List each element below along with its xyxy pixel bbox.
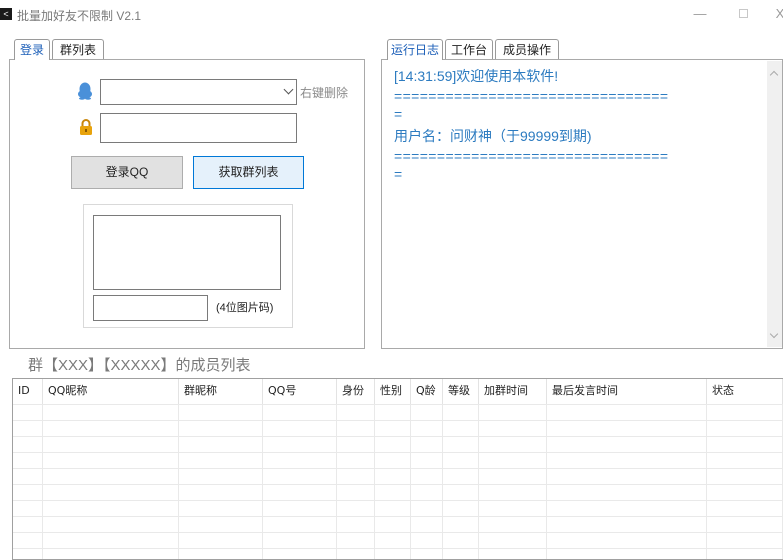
- table-row[interactable]: [13, 548, 783, 559]
- scroll-up-icon[interactable]: [769, 70, 779, 80]
- left-tab-strip: 登录 群列表: [14, 39, 114, 60]
- log-line-separator-end: =: [394, 166, 403, 182]
- table-row[interactable]: [13, 452, 783, 468]
- member-list-title: 群【XXX】【XXXXX】的成员列表: [28, 357, 251, 374]
- title-bar: < 批量加好友不限制 V2.1 — X: [0, 0, 783, 28]
- column-divider: [336, 404, 337, 559]
- member-table[interactable]: ID QQ昵称 群昵称 QQ号 身份 性别 Q龄 等级 加群时间 最后发言时间 …: [12, 378, 783, 560]
- column-header-last-speak-time[interactable]: 最后发言时间: [547, 379, 707, 404]
- captcha-hint: (4位图片码): [216, 302, 274, 314]
- column-divider: [42, 404, 43, 559]
- tab-workbench[interactable]: 工作台: [445, 39, 493, 59]
- tab-group-list[interactable]: 群列表: [52, 39, 104, 59]
- window-title: 批量加好友不限制 V2.1: [17, 9, 142, 23]
- column-divider: [262, 404, 263, 559]
- right-click-delete-hint: 右键删除: [300, 86, 349, 100]
- log-line-username: 用户名：问财神（于99999到期): [394, 128, 592, 144]
- maximize-button[interactable]: [733, 4, 753, 24]
- table-row[interactable]: [13, 532, 783, 548]
- column-header-qq-number[interactable]: QQ号: [263, 379, 337, 404]
- column-divider: [442, 404, 443, 559]
- table-header: ID QQ昵称 群昵称 QQ号 身份 性别 Q龄 等级 加群时间 最后发言时间 …: [13, 379, 783, 404]
- column-divider: [410, 404, 411, 559]
- table-row[interactable]: [13, 500, 783, 516]
- column-header-qq-nickname[interactable]: QQ昵称: [43, 379, 179, 404]
- table-row[interactable]: [13, 404, 783, 420]
- tab-run-log[interactable]: 运行日志: [387, 39, 443, 60]
- column-header-role[interactable]: 身份: [337, 379, 375, 404]
- login-panel: 右键删除 登录QQ 获取群列表 (4位图片码): [9, 59, 365, 349]
- right-tab-strip: 运行日志 工作台 成员操作: [387, 39, 587, 60]
- lock-icon: [80, 119, 92, 135]
- log-line-separator-end: =: [394, 106, 403, 122]
- minimize-button[interactable]: —: [690, 4, 710, 24]
- column-header-gender[interactable]: 性别: [375, 379, 411, 404]
- column-header-group-nickname[interactable]: 群昵称: [179, 379, 263, 404]
- column-divider: [546, 404, 547, 559]
- table-row[interactable]: [13, 484, 783, 500]
- log-scrollbar[interactable]: [767, 61, 782, 347]
- account-combo[interactable]: [100, 79, 297, 105]
- column-header-qq-age[interactable]: Q龄: [411, 379, 443, 404]
- scroll-down-icon[interactable]: [769, 329, 779, 339]
- close-button[interactable]: X: [770, 4, 783, 24]
- qq-penguin-icon: [78, 82, 92, 100]
- column-divider: [374, 404, 375, 559]
- tab-member-ops[interactable]: 成员操作: [495, 39, 559, 59]
- tab-login[interactable]: 登录: [14, 39, 50, 60]
- column-divider: [706, 404, 707, 559]
- column-header-level[interactable]: 等级: [443, 379, 479, 404]
- password-field[interactable]: [100, 113, 297, 143]
- app-icon: <: [0, 8, 12, 20]
- captcha-image: [93, 215, 281, 290]
- log-line-welcome: [14:31:59]欢迎使用本软件!: [394, 68, 559, 84]
- maximize-icon: [738, 9, 748, 18]
- table-row[interactable]: [13, 436, 783, 452]
- log-line-separator: ================================: [394, 148, 669, 164]
- table-row[interactable]: [13, 516, 783, 532]
- run-log-panel: [14:31:59]欢迎使用本软件! =====================…: [381, 59, 783, 349]
- column-divider: [178, 404, 179, 559]
- column-header-id[interactable]: ID: [13, 379, 43, 404]
- column-divider: [478, 404, 479, 559]
- table-row[interactable]: [13, 420, 783, 436]
- login-qq-button[interactable]: 登录QQ: [71, 156, 183, 189]
- get-group-list-button[interactable]: 获取群列表: [193, 156, 304, 189]
- chevron-down-icon[interactable]: [283, 84, 294, 95]
- column-header-status[interactable]: 状态: [707, 379, 783, 404]
- log-line-separator: ================================: [394, 88, 669, 104]
- captcha-panel: (4位图片码): [83, 204, 293, 328]
- column-header-join-time[interactable]: 加群时间: [479, 379, 547, 404]
- table-row[interactable]: [13, 468, 783, 484]
- captcha-input[interactable]: [93, 295, 208, 321]
